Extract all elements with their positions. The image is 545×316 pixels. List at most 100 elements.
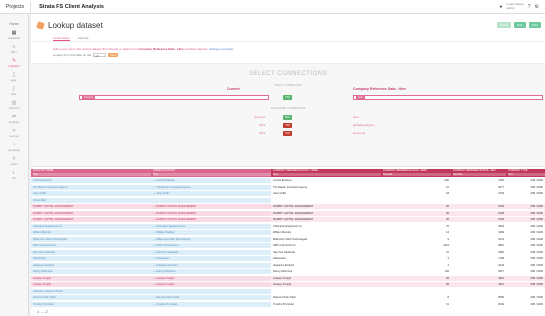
column-header[interactable]: ACCOUNT NAME Text	[31, 169, 151, 177]
column-header[interactable]: COMPANY REFERENCE DATA - REV Decimal	[451, 169, 506, 177]
table-row[interactable]: Danny McKenna — Danny McKenna Danny McKenn…	[31, 269, 545, 275]
table-cell: — William Buckley	[151, 230, 271, 236]
table-row[interactable]: Millennium Web Technologies — Millennium …	[31, 236, 545, 242]
table-row[interactable]: Hispanics Ecoloris — Hispanics Ecoloris Hi…	[31, 262, 545, 268]
table-row[interactable]: William Buckley — William Buckley William …	[31, 230, 545, 236]
sidebar-item-columns[interactable]: ▥ columns	[0, 100, 28, 110]
table-cell: MM <1000	[506, 236, 545, 242]
suggestion-right[interactable]: Item	[353, 115, 359, 119]
table-row[interactable]: The Boston Insurance Agency — The Boston …	[31, 184, 545, 190]
table-cell: The Boston Insurance Agency	[31, 184, 151, 190]
note-dataset: Company Reference Data - Hive	[138, 47, 184, 51]
sidebar-item-sampling[interactable]: ◔ sampling	[0, 142, 28, 152]
tab-settings[interactable]: Settings	[78, 36, 89, 41]
bell-icon[interactable]: ●	[499, 4, 502, 10]
sidebar-item-stepbuild[interactable]: ▦ stepbuild	[0, 30, 28, 40]
table-cell: Millennium Web Technologies	[31, 236, 151, 242]
table-row[interactable]: RUMMY CAPITAL MANAGEMENT — RUMMY CAPITAL …	[31, 210, 545, 216]
table-row[interactable]: Chiros Bell	[31, 197, 545, 203]
current-column-select[interactable]: Account	[79, 95, 269, 100]
table-cell: RUMMY CAPITAL MANAGEMENT	[31, 217, 151, 223]
table-cell: Pastoration	[271, 256, 381, 262]
home-link[interactable]: Home	[0, 22, 28, 26]
table-row[interactable]: NPR of America Inc — NPR of America Inc NP…	[31, 243, 545, 249]
project-title: Strata FS Client Analysis	[39, 3, 104, 10]
table-cell: 21	[381, 184, 451, 190]
table-cell: Hispanics Ecoloris	[31, 262, 151, 268]
sidebar-item-aggr[interactable]: ∑ aggr.	[0, 72, 28, 82]
table-row[interactable]: Sea One Seafoods — Sea One Seafoods Sea On…	[31, 249, 545, 255]
table-row[interactable]: Gretayn Freight — Gretayn Freight Gretayn …	[31, 282, 545, 288]
table-cell: Gretayn Freight	[31, 282, 151, 288]
suggestion-right[interactable]: globalemployee_	[353, 123, 376, 127]
suggestion-left[interactable]: Zip4	[259, 123, 265, 127]
current-label: Current	[227, 87, 240, 91]
table-row[interactable]: Champion Equipment Co — Champion Equipmen…	[31, 223, 545, 229]
sidebar-item-highlight[interactable]: ✎ highlight	[0, 58, 28, 68]
column-header[interactable]: COMPANY REFERENCE DATA - EMPL Decimal	[381, 169, 451, 177]
next-button[interactable]: Next	[108, 53, 119, 57]
table-row[interactable]: Pastoration — Pastoration Pastoration 3 7138…	[31, 256, 545, 262]
table-cell: — Hispanics Ecoloris	[151, 262, 271, 268]
table-row[interactable]: Curtiss Erickson — Curtiss Erickson Curtis…	[31, 178, 545, 184]
table-cell: 8659	[451, 295, 506, 301]
column-type: Text	[153, 173, 271, 176]
table-row[interactable]: Johnson Lutheran Church	[31, 288, 545, 294]
current-column-chip: Account	[82, 96, 96, 99]
table-row[interactable]: RUMMY CAPITAL MANAGEMENT — RUMMY CAPITAL …	[31, 204, 545, 210]
table-cell: MM <1000	[506, 230, 545, 236]
sidebar-item-label: calc.	[10, 92, 18, 96]
sidebar-item-index[interactable]: # index	[0, 156, 28, 166]
table-row[interactable]: Gretayn Freight — Gretayn Freight Gretayn …	[31, 275, 545, 281]
sidebar-item-calc[interactable]: ƒ calc.	[0, 86, 28, 96]
table-cell: RUMMY CAPITAL MANAGEMENT	[271, 217, 381, 223]
column-header[interactable]: OWNER ACCOUNT Text	[151, 169, 271, 177]
column-name: ACCOUNT NAME	[33, 169, 54, 172]
table-row[interactable]: Jane Griffin — Jane Griffin Jane Griffin 18…	[31, 191, 545, 197]
save-button[interactable]: Save	[513, 22, 526, 28]
tab-connections[interactable]: Connections	[53, 36, 70, 41]
close-button[interactable]: Close	[528, 22, 541, 28]
settings-icon[interactable]: ⚙	[535, 4, 539, 10]
pager[interactable]: 1 ↔ 2	[37, 309, 48, 314]
suggestion-left[interactable]: Zip4	[259, 131, 265, 135]
table-cell: 4216	[451, 275, 506, 281]
table-cell: 18	[381, 191, 451, 197]
reference-column-chip: Item	[356, 96, 365, 99]
sidebar-item-fill[interactable]: ◐ fill	[0, 170, 28, 180]
column-name: OWNER ACCOUNT	[153, 169, 176, 172]
user-name[interactable]: Lorem ipsum admin	[506, 2, 523, 10]
note-text: Add a new row in the current dataset fro…	[53, 47, 139, 51]
table-cell: MM <1000	[506, 275, 545, 281]
reference-column-select[interactable]: Item	[353, 95, 543, 100]
column-header[interactable]: COMPANY TYPE Text	[506, 169, 545, 177]
table-cell: 45	[381, 210, 451, 216]
table-row[interactable]: Diamond Sob Trash — Diamond Sob Trash Diam…	[31, 295, 545, 301]
page-header: Lookup dataset Cancel Save Close	[31, 14, 545, 36]
help-icon[interactable]: ?	[528, 4, 531, 10]
lookup-side-select[interactable]: Left	[93, 53, 107, 58]
table-cell	[381, 288, 451, 294]
table-cell: 3299	[451, 230, 506, 236]
table-cell: MM <1000	[506, 178, 545, 184]
table-cell: Johnson Lutheran Church	[31, 288, 151, 294]
table-cell: 6135	[451, 210, 506, 216]
table-cell: Timothy B Corbett	[271, 301, 381, 307]
sidebar-item-label: highlight	[8, 64, 20, 68]
table-row[interactable]: RUMMY CAPITAL MANAGEMENT — RUMMY CAPITAL …	[31, 217, 545, 223]
table-cell: 640	[381, 178, 451, 184]
projects-link[interactable]: Projects	[0, 4, 30, 10]
change-connection-link[interactable]: Change connectio	[209, 47, 233, 51]
sidebar-item-filter[interactable]: ≡ filter	[0, 44, 28, 54]
cancel-button[interactable]: Cancel	[497, 22, 511, 28]
sidebar-item-remove[interactable]: ✕ remove	[0, 128, 28, 138]
table-cell: — Champion Equipment Co	[151, 223, 271, 229]
table-row[interactable]: Timothy B Corbett — Timothy B Corbett Timo…	[31, 301, 545, 307]
suggestion-left[interactable]: Account	[254, 115, 265, 119]
column-header[interactable]: COMPANY REFERENCE DATA - NAME Text	[271, 169, 381, 177]
suggestion-right[interactable]: luxurymp	[353, 131, 365, 135]
connections-panel: SELECT CONNECTIONS SELECT CONNECTION Cur…	[31, 63, 545, 167]
table-cell: Timothy B Corbett	[31, 301, 151, 307]
table-cell: — Danny McKenna	[151, 269, 271, 275]
sidebar-item-lookups[interactable]: ⇄ lookups	[0, 114, 28, 124]
